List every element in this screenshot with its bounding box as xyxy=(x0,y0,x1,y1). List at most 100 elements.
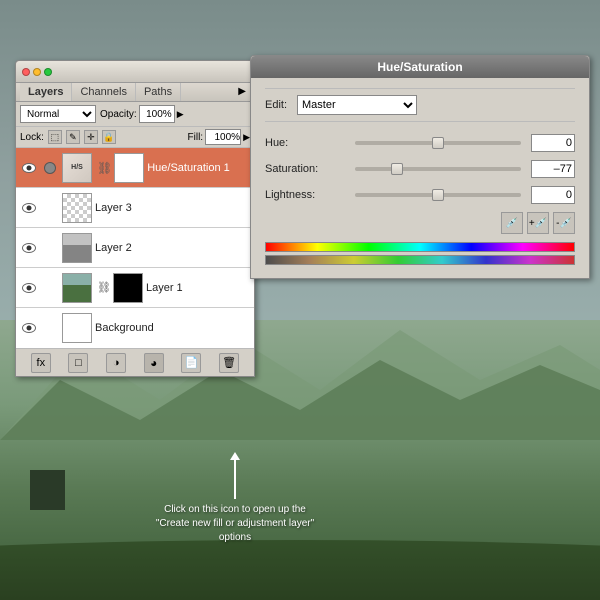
layer-thumbnail xyxy=(62,313,92,343)
result-spectrum-bar xyxy=(265,255,575,265)
saturation-slider-thumb[interactable] xyxy=(391,163,403,175)
layer-name: Layer 2 xyxy=(95,242,250,254)
blend-mode-select[interactable]: Normal xyxy=(20,105,96,123)
layer-styles-button[interactable]: fx xyxy=(31,353,51,373)
opacity-arrow[interactable]: ▶ xyxy=(177,109,184,120)
layer-chain-icon: ⛓ xyxy=(97,161,112,175)
opacity-control: Opacity: ▶ xyxy=(100,105,184,123)
layer-mask-thumbnail xyxy=(114,153,144,183)
layer-row[interactable]: ⛓ Layer 1 xyxy=(16,268,254,308)
tab-channels[interactable]: Channels xyxy=(72,83,135,101)
layer-name: Layer 3 xyxy=(95,202,250,214)
blend-opacity-controls: Normal Opacity: ▶ xyxy=(16,102,254,127)
lock-image-icon[interactable]: ✎ xyxy=(66,130,80,144)
new-group-button[interactable]: □ xyxy=(68,353,88,373)
layer-type-icon xyxy=(41,319,59,337)
eye-icon xyxy=(22,203,36,213)
hue-value-input[interactable] xyxy=(531,134,575,152)
layers-list: H/S ⛓ Hue/Saturation 1 Layer 3 Layer 2 xyxy=(16,148,254,348)
lock-transparent-icon[interactable]: ⬚ xyxy=(48,130,62,144)
layer-type-icon xyxy=(41,239,59,257)
lightness-value-input[interactable] xyxy=(531,186,575,204)
lock-position-icon[interactable]: ✛ xyxy=(84,130,98,144)
edit-select[interactable]: Master xyxy=(297,95,417,115)
lightness-slider-thumb[interactable] xyxy=(432,189,444,201)
annotation-text: Click on this icon to open up the "Creat… xyxy=(155,503,315,545)
barn-silhouette xyxy=(30,470,65,510)
eye-icon xyxy=(22,323,36,333)
edit-label: Edit: xyxy=(265,99,287,111)
annotation-arrow-line xyxy=(234,459,236,499)
layer-thumbnail: H/S xyxy=(62,153,92,183)
layer-thumbnail xyxy=(62,193,92,223)
layer-visibility-toggle[interactable] xyxy=(20,319,38,337)
layer-type-icon xyxy=(41,279,59,297)
lock-label: Lock: xyxy=(20,132,44,143)
hue-slider-track[interactable] xyxy=(355,141,521,145)
layer-visibility-toggle[interactable] xyxy=(20,159,38,177)
saturation-slider-track[interactable] xyxy=(355,167,521,171)
adjustment-layer-button[interactable]: ◕ xyxy=(144,353,164,373)
layer-type-icon xyxy=(41,199,59,217)
eyedropper-subtract-button[interactable]: -💉 xyxy=(553,212,575,234)
eyedropper-button[interactable]: 💉 xyxy=(501,212,523,234)
hue-row: Hue: xyxy=(265,134,575,152)
layer-type-icon xyxy=(41,159,59,177)
opacity-input[interactable] xyxy=(139,105,175,123)
tab-layers[interactable]: Layers xyxy=(20,83,72,101)
panel-menu-arrow[interactable]: ▶ xyxy=(234,83,250,101)
saturation-value-input[interactable] xyxy=(531,160,575,178)
layer-mask-thumbnail xyxy=(113,273,143,303)
eye-icon xyxy=(22,163,36,173)
hue-saturation-dialog: Hue/Saturation Edit: Master Hue: Saturat… xyxy=(250,55,590,279)
eyedroppers-row: 💉 +💉 -💉 xyxy=(265,212,575,234)
layer-thumbnail xyxy=(62,233,92,263)
lock-all-icon[interactable]: 🔒 xyxy=(102,130,116,144)
panel-titlebar xyxy=(16,61,254,83)
minimize-button[interactable] xyxy=(33,68,41,76)
layer-row[interactable]: Background xyxy=(16,308,254,348)
lock-fill-controls: Lock: ⬚ ✎ ✛ 🔒 Fill: ▶ xyxy=(16,127,254,148)
layer-row[interactable]: H/S ⛓ Hue/Saturation 1 xyxy=(16,148,254,188)
fill-input[interactable] xyxy=(205,129,241,145)
layer-visibility-toggle[interactable] xyxy=(20,239,38,257)
window-controls xyxy=(22,68,52,76)
adjustment-layer-icon xyxy=(44,162,56,174)
panel-footer: fx □ ◑ ◕ 📄 🗑 xyxy=(16,348,254,376)
layer-name: Background xyxy=(95,322,250,334)
close-button[interactable] xyxy=(22,68,30,76)
layer-row[interactable]: Layer 2 xyxy=(16,228,254,268)
maximize-button[interactable] xyxy=(44,68,52,76)
delete-layer-button[interactable]: 🗑 xyxy=(219,353,239,373)
hue-spectrum-bar xyxy=(265,242,575,252)
tab-paths[interactable]: Paths xyxy=(136,83,181,101)
layer-thumbnail xyxy=(62,273,92,303)
saturation-label: Saturation: xyxy=(265,163,345,175)
panel-tabs: Layers Channels Paths ▶ xyxy=(16,83,254,102)
new-layer-button[interactable]: 📄 xyxy=(181,353,201,373)
lightness-label: Lightness: xyxy=(265,189,345,201)
annotation-arrowhead xyxy=(230,452,240,460)
layer-name: Layer 1 xyxy=(146,282,250,294)
layers-panel: Layers Channels Paths ▶ Normal Opacity: … xyxy=(15,60,255,377)
edit-row: Edit: Master xyxy=(265,88,575,122)
hue-label: Hue: xyxy=(265,137,345,149)
eye-icon xyxy=(22,243,36,253)
layer-chain-icon: ⛓ xyxy=(97,281,111,294)
opacity-label: Opacity: xyxy=(100,109,137,120)
hue-slider-thumb[interactable] xyxy=(432,137,444,149)
layer-row[interactable]: Layer 3 xyxy=(16,188,254,228)
fill-arrow[interactable]: ▶ xyxy=(243,132,250,143)
dialog-titlebar: Hue/Saturation xyxy=(251,56,589,78)
dialog-body: Edit: Master Hue: Saturation: Lightness: xyxy=(251,78,589,278)
layer-visibility-toggle[interactable] xyxy=(20,279,38,297)
lightness-slider-track[interactable] xyxy=(355,193,521,197)
saturation-row: Saturation: xyxy=(265,160,575,178)
eye-icon xyxy=(22,283,36,293)
eyedropper-add-button[interactable]: +💉 xyxy=(527,212,549,234)
layer-visibility-toggle[interactable] xyxy=(20,199,38,217)
lightness-row: Lightness: xyxy=(265,186,575,204)
layer-name: Hue/Saturation 1 xyxy=(147,162,250,174)
annotation-area: Click on this icon to open up the "Creat… xyxy=(155,459,315,545)
add-mask-button[interactable]: ◑ xyxy=(106,353,126,373)
